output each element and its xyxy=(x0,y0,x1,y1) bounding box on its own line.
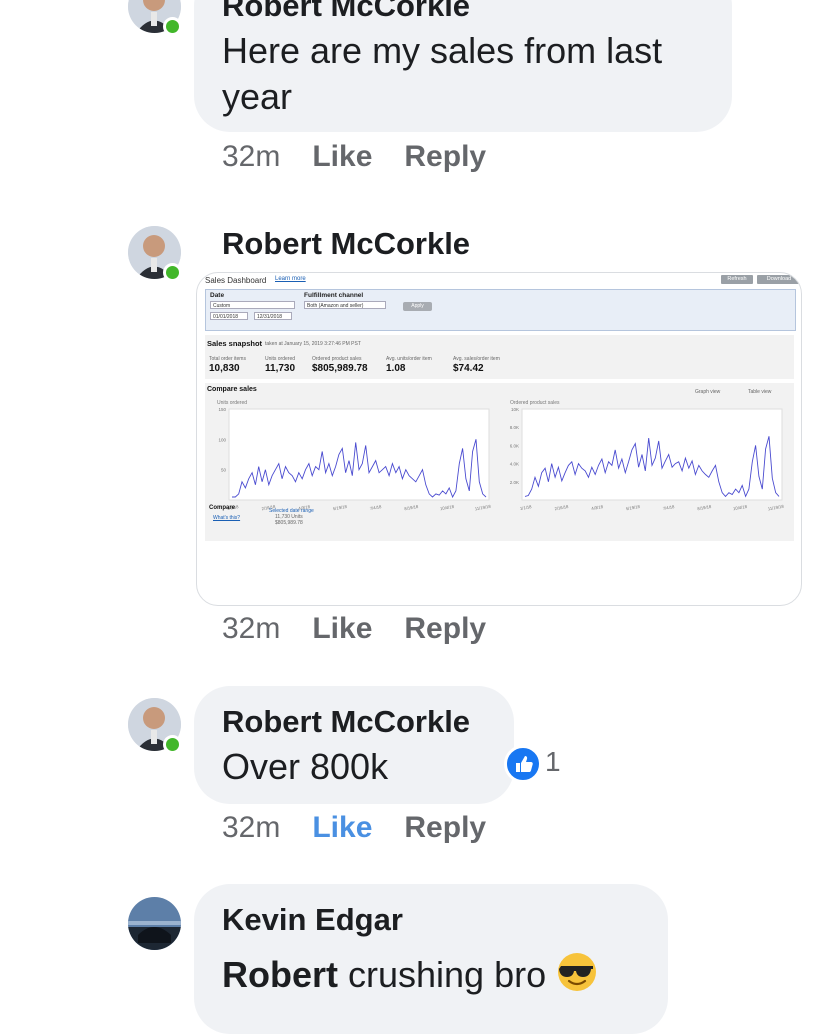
like-button[interactable]: Like xyxy=(312,612,372,646)
x-tick-label: 8/19/18 xyxy=(404,504,419,511)
y-tick-label: 10K xyxy=(511,407,519,412)
legend-sales: $805,989.78 xyxy=(275,520,303,526)
metric-label: Units ordered xyxy=(265,356,296,362)
x-tick-label: 2/16/18 xyxy=(554,504,569,511)
sales-snapshot: Sales snapshot taken at January 15, 2019… xyxy=(205,335,794,379)
comment-actions: 32m Like Reply xyxy=(222,140,518,174)
comment-timestamp[interactable]: 32m xyxy=(222,612,280,646)
y-tick-label: 2.0K xyxy=(510,480,519,485)
comment-text: Over 800k xyxy=(222,746,389,787)
online-status-indicator xyxy=(163,263,182,282)
compare-label: Compare xyxy=(209,505,236,511)
metric-value: $805,989.78 xyxy=(312,363,368,374)
online-status-indicator xyxy=(163,17,182,36)
like-reaction-icon[interactable] xyxy=(504,745,542,783)
reply-button[interactable]: Reply xyxy=(404,140,486,174)
comment-text: Robert crushing bro xyxy=(222,951,598,1004)
metric-value: 11,730 xyxy=(265,363,296,374)
comment-author[interactable]: Robert McCorkle xyxy=(222,0,470,24)
comment-author[interactable]: Kevin Edgar xyxy=(222,902,403,938)
snapshot-taken: taken at January 15, 2019 3:27:46 PM PST xyxy=(265,341,361,347)
x-tick-label: 11/19/18 xyxy=(474,504,491,512)
date-to: 12/31/2018 xyxy=(254,312,292,320)
metric-label: Avg. units/order item xyxy=(386,356,432,362)
metric-label: Ordered product sales xyxy=(312,356,362,362)
x-tick-label: 10/4/18 xyxy=(440,504,455,511)
table-view-toggle: Table view xyxy=(748,389,772,395)
y-tick-label: 6.0K xyxy=(510,443,519,448)
comment-text: Here are my sales from last year xyxy=(222,30,663,117)
units-ordered-chart: Units ordered501001501/1/18 2/16/18 4/3/18… xyxy=(217,400,492,512)
comment-timestamp[interactable]: 32m xyxy=(222,140,280,174)
date-select: Custom xyxy=(210,301,295,309)
metric-label: Total order items xyxy=(209,356,246,362)
date-label: Date xyxy=(210,292,225,299)
filter-panel: Date Custom 01/01/2018 12/31/2018 Fulfil… xyxy=(205,289,796,331)
y-tick-label: 8.0K xyxy=(510,425,519,430)
y-tick-label: 50 xyxy=(221,468,227,473)
comment-timestamp[interactable]: 32m xyxy=(222,811,280,845)
x-tick-label: 5/19/18 xyxy=(333,504,348,511)
x-tick-label: 7/4/18 xyxy=(662,504,675,511)
learn-more-link: Learn more xyxy=(275,276,306,282)
online-status-indicator xyxy=(163,735,182,754)
channel-select: Both (Amazon and seller) xyxy=(304,301,386,309)
comment-author[interactable]: Robert McCorkle xyxy=(222,704,470,740)
comment-actions: 32m Like Reply xyxy=(222,612,518,646)
channel-label: Fulfillment channel xyxy=(304,292,364,299)
comment-text-body: crushing bro xyxy=(338,954,547,995)
snapshot-title: Sales snapshot xyxy=(207,339,263,348)
metric-value: 1.08 xyxy=(386,363,406,374)
x-tick-label: 7/4/18 xyxy=(369,504,382,511)
refresh-button: Refresh xyxy=(721,275,753,284)
graph-view-toggle: Graph view xyxy=(695,389,721,395)
chart-title: Ordered product sales xyxy=(510,400,560,406)
metric-label: Avg. sales/order item xyxy=(453,356,500,362)
metric-value: $74.42 xyxy=(453,363,484,374)
attachment-screenshot[interactable]: Sales Dashboard Learn more Refresh Downl… xyxy=(196,272,802,606)
comment-actions: 32m Like Reply xyxy=(222,811,518,845)
like-button[interactable]: Like xyxy=(312,811,372,845)
date-from: 01/01/2018 xyxy=(210,312,248,320)
compare-sales-title: Compare sales xyxy=(207,386,257,393)
reply-button[interactable]: Reply xyxy=(404,612,486,646)
x-tick-label: 11/19/18 xyxy=(767,504,784,512)
x-tick-label: 8/19/18 xyxy=(697,504,712,511)
y-tick-label: 4.0K xyxy=(510,462,519,467)
avatar[interactable] xyxy=(128,897,181,950)
reply-button[interactable]: Reply xyxy=(404,811,486,845)
chart-plot-area xyxy=(521,408,783,501)
x-tick-label: 1/1/18 xyxy=(520,504,533,511)
like-button[interactable]: Like xyxy=(312,140,372,174)
dashboard-title: Sales Dashboard xyxy=(205,276,267,285)
product-sales-chart: Ordered product sales 2.0K 4.0K 6.0K 8.0K 10K… xyxy=(510,400,785,512)
chart-plot-area xyxy=(228,408,490,501)
mention-link[interactable]: Robert xyxy=(222,954,338,995)
metric-value: 10,830 xyxy=(209,363,240,374)
reaction-count[interactable]: 1 xyxy=(545,746,561,778)
download-button: Download xyxy=(757,275,801,284)
compare-sales-panel: Compare sales Graph view Table view Unit… xyxy=(205,383,794,541)
x-tick-label: 4/3/18 xyxy=(591,504,604,511)
comment-author[interactable]: Robert McCorkle xyxy=(222,226,470,262)
x-tick-label: 5/19/18 xyxy=(626,504,641,511)
whats-this-link: What's this? xyxy=(213,515,241,521)
apply-button: Apply xyxy=(403,302,432,311)
y-tick-label: 150 xyxy=(218,407,226,412)
chart-title: Units ordered xyxy=(217,400,247,406)
sunglasses-emoji-icon xyxy=(556,951,598,1004)
y-tick-label: 100 xyxy=(218,437,226,442)
x-tick-label: 10/4/18 xyxy=(733,504,748,511)
